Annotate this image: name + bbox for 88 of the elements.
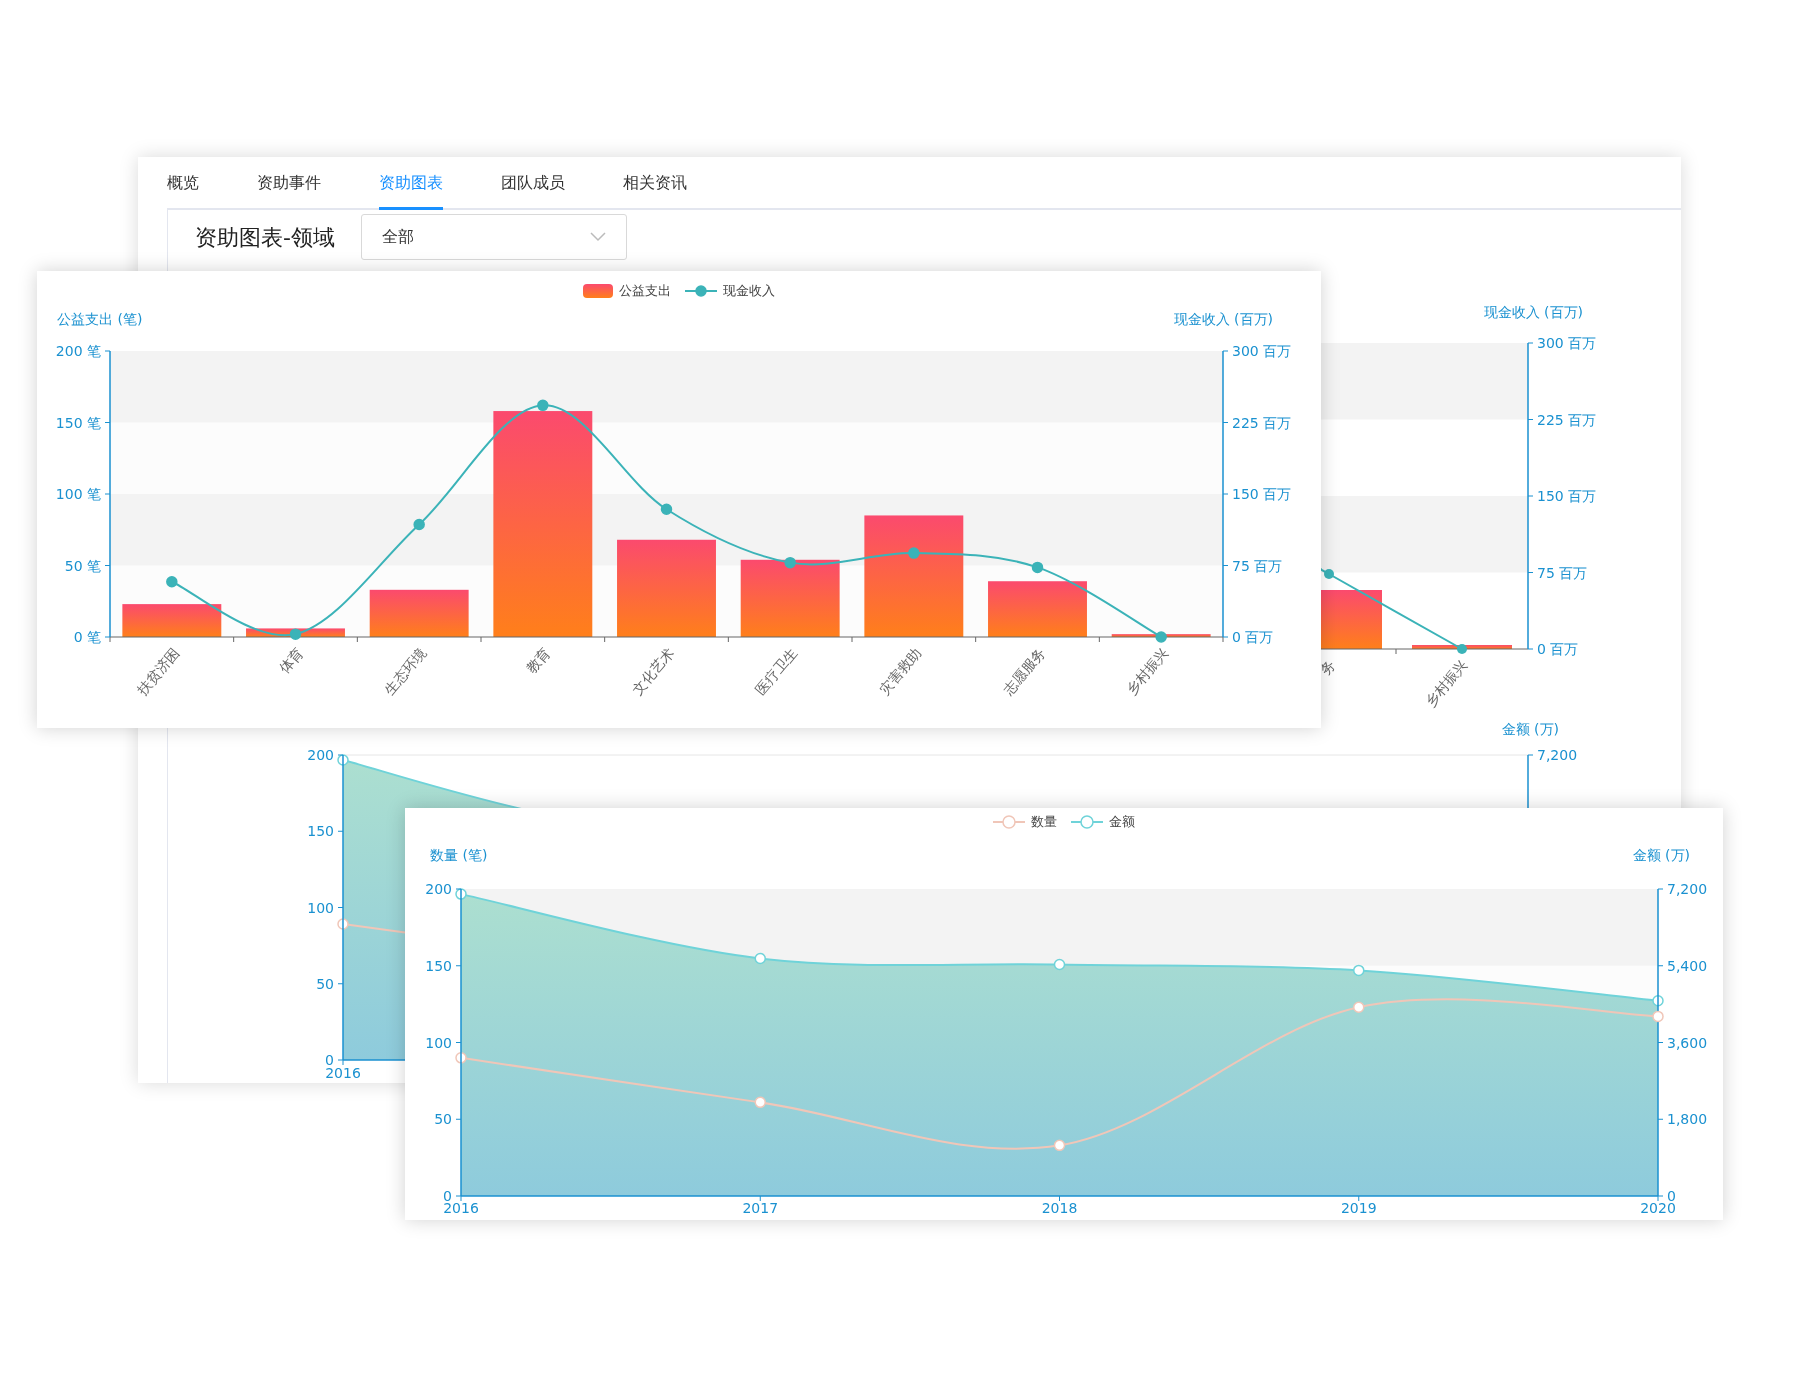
right-axis (1527, 754, 1534, 809)
chevron-down-icon (589, 232, 606, 242)
axis-tick-label: 7,200 (1667, 881, 1708, 897)
data-point (1457, 644, 1467, 654)
data-point (455, 888, 467, 900)
data-point (908, 547, 920, 559)
axis-tick-label: 5,400 (1667, 957, 1708, 974)
axis-title: 金额 (万) (1632, 847, 1690, 863)
tab[interactable]: 相关资讯 (623, 157, 687, 210)
legend-label: 金额 (1109, 813, 1135, 831)
legend-line-icon (1071, 815, 1103, 829)
axis-tick-label: 200 (425, 881, 452, 897)
data-point (1031, 561, 1044, 574)
axis-title: 数量 (笔) (430, 847, 488, 863)
axis-tick-label: 75 百万 (1537, 564, 1588, 581)
axis-tick-label: 300 百万 (1232, 343, 1292, 359)
data-point (1053, 958, 1066, 971)
axis-tick-label: 200 (307, 747, 334, 763)
legend-label: 现金收入 (723, 282, 775, 300)
data-point (1353, 964, 1365, 977)
section-title: 资助图表-领域 (195, 223, 335, 252)
axis-tick-label: 0 (325, 1052, 334, 1068)
axis-tick-label: 150 笔 (55, 414, 101, 431)
axis-tick-label: 150 百万 (1537, 488, 1597, 504)
tab[interactable]: 概览 (167, 157, 199, 210)
legend-swatch (583, 283, 613, 299)
axis-tick-label: 75 百万 (1232, 557, 1283, 574)
axis-tick-label: 50 笔 (64, 557, 101, 574)
category-label: 生态环境 (381, 644, 430, 698)
data-point (1324, 569, 1334, 579)
category-label: 乡村振兴 (1123, 644, 1172, 698)
axis-tick-label: 225 百万 (1232, 414, 1292, 431)
data-point (1652, 1010, 1664, 1023)
data-point (1155, 631, 1167, 643)
axis-title: 金额 (万) (1501, 721, 1559, 737)
data-point (784, 556, 796, 569)
axis-tick-label: 100 (425, 1034, 452, 1051)
axis-tick-label: 300 百万 (1537, 335, 1597, 351)
tab[interactable]: 资助事件 (257, 157, 321, 210)
category-label: 灾害救助 (875, 644, 925, 698)
data-point (660, 503, 673, 515)
legend-line-icon (993, 815, 1025, 829)
legend-label: 公益支出 (619, 282, 671, 300)
axis-title: 现金收入 (百万) (1483, 304, 1583, 320)
axis-tick-label: 50 (434, 1111, 452, 1128)
data-point (1053, 1139, 1066, 1152)
category-label: 2017 (742, 1200, 779, 1216)
tab[interactable]: 团队成员 (501, 157, 565, 210)
data-point (1652, 994, 1664, 1007)
axis-tick-label: 200 笔 (55, 343, 101, 359)
axis-tick-label: 0 笔 (73, 629, 101, 645)
axis-tick-label: 3,600 (1667, 1034, 1708, 1051)
axis-tick-label: 150 (425, 957, 452, 974)
bar (1321, 590, 1382, 649)
dropdown[interactable]: 全部 (360, 214, 627, 260)
data-point (754, 952, 766, 965)
data-point (413, 518, 425, 531)
category-label: 志愿服务 (999, 644, 1048, 698)
axis-tick-label: 150 百万 (1232, 486, 1292, 502)
axis-tick-label: 7,200 (1537, 747, 1578, 763)
category-label: 乡村振兴 (1422, 656, 1471, 710)
category-label: 2019 (1340, 1200, 1377, 1216)
category-label: 体育 (275, 644, 306, 677)
category-label: 文化艺术 (628, 644, 677, 698)
legend-label: 数量 (1031, 813, 1057, 831)
axis-tick-label: 0 百万 (1537, 641, 1579, 657)
category-label: 2018 (1041, 1200, 1078, 1216)
axis-tick-label: 0 百万 (1232, 629, 1274, 645)
category-label: 教育 (522, 644, 554, 677)
category-label: 2016 (325, 1065, 361, 1081)
data-point (1353, 1001, 1365, 1013)
data-point (166, 575, 178, 588)
axis-title: 现金收入 (百万) (1173, 311, 1273, 327)
data-point (337, 918, 349, 930)
axis-title: 公益支出 (笔) (57, 311, 143, 327)
data-point (289, 628, 302, 640)
category-label: 务 (1317, 656, 1339, 678)
axis-tick-label: 100 笔 (55, 486, 101, 502)
legend-line-icon (685, 284, 717, 298)
axis-tick-label: 150 (307, 823, 334, 840)
axis-tick-label: 100 (307, 899, 334, 916)
data-point (754, 1096, 766, 1109)
axis-tick-label: 50 (316, 975, 334, 992)
axis-tick-label: 225 百万 (1537, 411, 1597, 428)
data-point (537, 399, 549, 412)
axis-tick-label: 1,800 (1667, 1111, 1708, 1128)
category-label: 医疗卫生 (752, 644, 801, 698)
category-label: 扶贫济困 (133, 644, 183, 698)
